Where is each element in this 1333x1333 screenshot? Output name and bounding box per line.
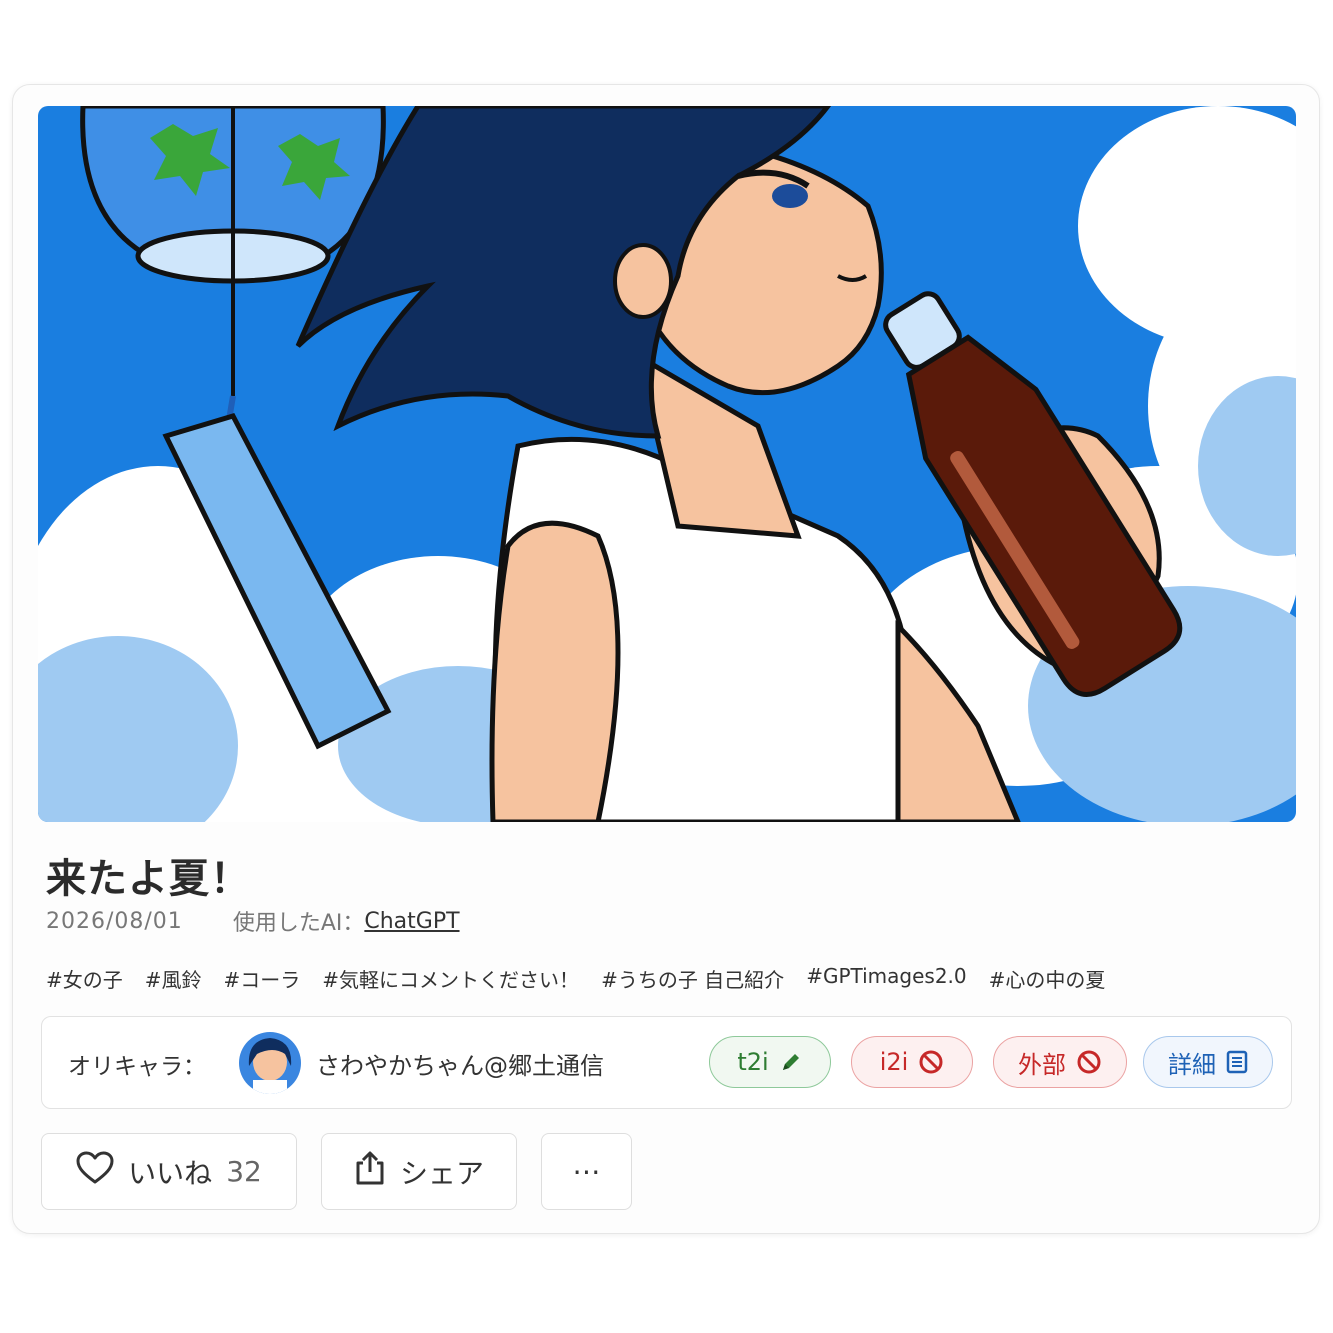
post-date: 2026/08/01 <box>46 908 183 934</box>
tag-item[interactable]: #風鈴 <box>145 964 202 996</box>
detail-label: 詳細 <box>1168 1050 1216 1079</box>
pencil-icon <box>779 1050 803 1074</box>
detail-button[interactable]: 詳細 <box>1143 1036 1273 1088</box>
avatar-image <box>239 1032 301 1094</box>
tag-item[interactable]: #心の中の夏 <box>989 964 1106 996</box>
share-label: シェア <box>399 1156 484 1190</box>
prohibited-icon <box>918 1049 944 1075</box>
artwork-image[interactable] <box>38 106 1296 822</box>
share-button[interactable]: シェア <box>321 1133 517 1210</box>
t2i-badge[interactable]: t2i <box>709 1036 831 1088</box>
ai-name-link[interactable]: ChatGPT <box>364 909 459 934</box>
more-icon: ⋯ <box>572 1155 601 1188</box>
heart-icon <box>76 1151 114 1192</box>
prohibited-icon <box>1076 1049 1102 1075</box>
i2i-badge[interactable]: i2i <box>851 1036 973 1088</box>
post-title: 来たよ夏！ <box>46 856 251 902</box>
like-button[interactable]: いいね 32 <box>41 1133 297 1210</box>
external-badge[interactable]: 外部 <box>993 1036 1127 1088</box>
character-label: オリキャラ： <box>68 1054 206 1080</box>
tag-list: #女の子 #風鈴 #コーラ #気軽にコメントください！ #うちの子 自己紹介 #… <box>46 964 1296 996</box>
tag-item[interactable]: #うちの子 自己紹介 <box>601 964 784 996</box>
character-name[interactable]: さわやかちゃん@郷土通信 <box>316 1046 604 1081</box>
like-count: 32 <box>226 1155 262 1188</box>
tag-item[interactable]: #気軽にコメントください！ <box>322 964 579 996</box>
post-meta: 2026/08/01 使用したAI： ChatGPT <box>46 906 460 937</box>
character-avatar[interactable] <box>239 1032 301 1094</box>
document-icon <box>1226 1050 1248 1074</box>
i2i-label: i2i <box>879 1048 909 1076</box>
ai-label: 使用したAI： <box>232 911 365 936</box>
like-label: いいね <box>128 1156 213 1190</box>
tag-item[interactable]: #女の子 <box>46 964 123 996</box>
external-label: 外部 <box>1018 1050 1066 1079</box>
tag-item[interactable]: #GPTimages2.0 <box>806 964 966 996</box>
artwork-illustration <box>38 106 1296 822</box>
share-icon <box>354 1150 386 1193</box>
tag-item[interactable]: #コーラ <box>224 964 301 996</box>
character-panel: オリキャラ： さわやかちゃん@郷土通信 t2i i2i 外部 詳細 <box>41 1016 1292 1109</box>
t2i-label: t2i <box>737 1048 769 1076</box>
more-options-button[interactable]: ⋯ <box>541 1133 632 1210</box>
